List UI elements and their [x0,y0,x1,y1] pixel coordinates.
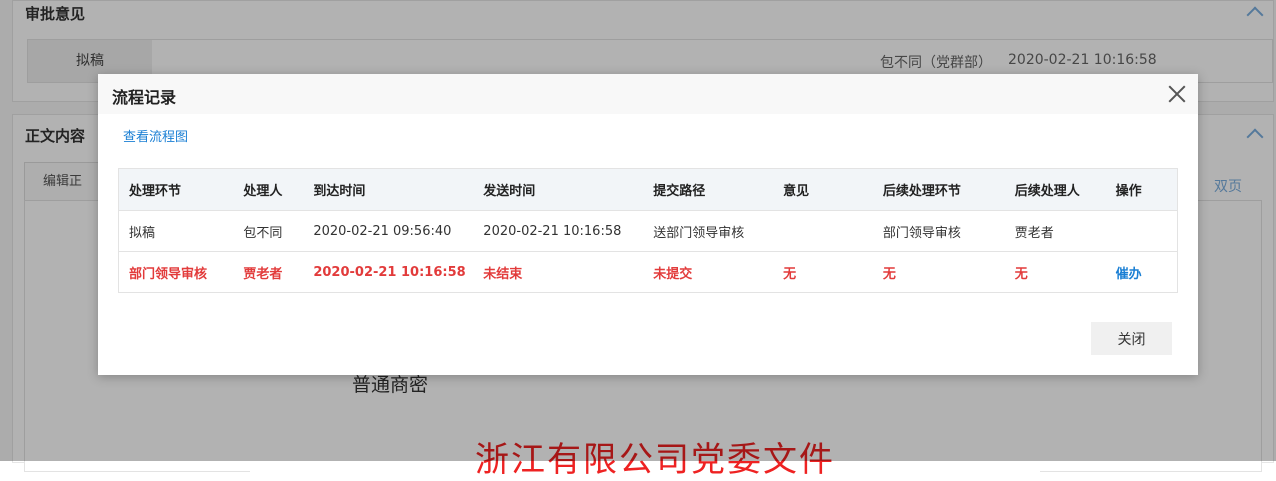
close-button[interactable]: 关闭 [1091,322,1172,355]
cell-opinion [773,210,873,252]
cell-step: 部门领导审核 [118,251,234,293]
cell-opinion: 无 [773,251,873,293]
cell-arrive-time: 2020-02-21 09:56:40 [303,210,474,252]
process-record-table: 处理环节 处理人 到达时间 发送时间 提交路径 意见 后续处理环节 后续处理人 … [118,168,1178,293]
table-row: 拟稿 包不同 2020-02-21 09:56:40 2020-02-21 10… [118,210,1178,252]
close-icon[interactable] [1166,83,1188,105]
cell-send-time: 2020-02-21 10:16:58 [473,210,644,252]
cell-next-step: 部门领导审核 [872,210,1005,252]
table-header-row: 处理环节 处理人 到达时间 发送时间 提交路径 意见 后续处理环节 后续处理人 … [118,168,1178,211]
column-header: 意见 [773,168,873,211]
column-header: 操作 [1105,168,1178,211]
cell-submit-path: 送部门领导审核 [643,210,774,252]
column-header: 发送时间 [473,168,644,211]
cell-step: 拟稿 [118,210,234,252]
dialog-title: 流程记录 [112,88,177,107]
cell-arrive-time: 2020-02-21 10:16:58 [303,251,474,293]
column-header: 处理人 [233,168,304,211]
column-header: 提交路径 [643,168,774,211]
column-header: 处理环节 [118,168,234,211]
column-header: 后续处理环节 [872,168,1005,211]
cell-submit-path: 未提交 [643,251,774,293]
cell-handler: 贾老者 [233,251,304,293]
table-row: 部门领导审核 贾老者 2020-02-21 10:16:58 未结束 未提交 无… [118,251,1178,293]
cell-next-handler: 贾老者 [1004,210,1106,252]
cell-next-handler: 无 [1004,251,1106,293]
cell-handler: 包不同 [233,210,304,252]
dialog-header: 流程记录 [98,74,1198,114]
column-header: 后续处理人 [1004,168,1106,211]
column-header: 到达时间 [303,168,474,211]
cell-action [1105,210,1178,252]
cell-next-step: 无 [872,251,1005,293]
urge-button[interactable]: 催办 [1105,251,1178,293]
cell-send-time: 未结束 [473,251,644,293]
process-record-dialog: 流程记录 查看流程图 处理环节 处理人 到达时间 发送时间 提交路径 意见 后续… [98,74,1198,375]
view-flow-chart-link[interactable]: 查看流程图 [123,126,188,145]
